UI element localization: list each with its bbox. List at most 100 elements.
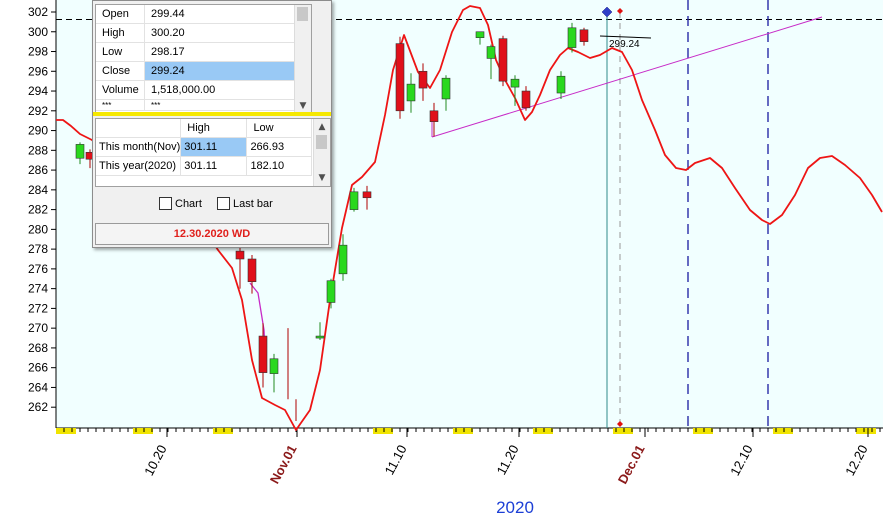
y-tick-label: 290 — [28, 124, 48, 138]
candle-body — [326, 280, 336, 303]
x-tick-label: 11.20 — [494, 442, 522, 477]
candle-body — [429, 110, 439, 122]
candle-body — [486, 46, 496, 59]
y-tick-label: 264 — [28, 380, 48, 394]
range-scrollbar[interactable]: ▲ ▼ — [313, 119, 330, 186]
ohlc-table[interactable]: Open 299.44 High 300.20 Low 298.17 Close 299.24… — [95, 4, 312, 114]
range-row[interactable]: This year(2020) 301.11 182.10 — [96, 156, 312, 176]
candle-body — [567, 27, 577, 48]
range-scroll-thumb[interactable] — [316, 135, 327, 149]
y-tick-label: 262 — [28, 400, 48, 414]
checkbox-icon[interactable] — [159, 197, 172, 210]
ohlc-value: 1,518,000.00 — [144, 80, 295, 100]
candle-body — [269, 358, 279, 374]
candle-body — [510, 78, 520, 88]
y-tick-label: 286 — [28, 163, 48, 177]
ohlc-row[interactable]: High 300.20 — [96, 23, 295, 43]
ohlc-row[interactable]: Low 298.17 — [96, 42, 295, 62]
range-header-cell: High — [180, 119, 248, 138]
range-label: This year(2020) — [96, 156, 182, 176]
y-tick-label: 302 — [28, 5, 48, 19]
candle-body — [441, 77, 451, 100]
y-tick-label: 270 — [28, 321, 48, 335]
candle-body — [579, 29, 589, 42]
scroll-down-icon[interactable]: ▼ — [295, 101, 311, 111]
y-axis: 262 264 266 268 270 272 274 276 278 280 282 284 286 2… — [28, 5, 56, 414]
year-label: 2020 — [496, 498, 534, 517]
checkbox-icon[interactable] — [217, 197, 230, 210]
y-tick-label: 292 — [28, 104, 48, 118]
y-tick-label: 278 — [28, 242, 48, 256]
ohlc-value: 299.44 — [144, 5, 295, 24]
y-tick-label: 272 — [28, 301, 48, 315]
candle-body — [475, 31, 485, 38]
week-marker — [56, 428, 76, 434]
candle-body — [315, 335, 325, 339]
y-tick-label: 274 — [28, 282, 48, 296]
chart-checkbox-label: Chart — [175, 197, 202, 210]
candle-body — [247, 258, 257, 283]
x-tick-label: Nov.01 — [267, 442, 300, 486]
y-tick-label: 298 — [28, 45, 48, 59]
status-bar: 12.30.2020 WD — [95, 223, 329, 245]
x-tick-label: 10.20 — [141, 442, 170, 478]
range-header-cell: Low — [246, 119, 312, 138]
ohlc-value: 299.24 — [144, 61, 295, 81]
y-tick-label: 300 — [28, 25, 48, 39]
ohlc-label: Close — [96, 61, 145, 81]
y-tick-label: 280 — [28, 222, 48, 236]
scroll-down-icon[interactable]: ▼ — [314, 173, 330, 183]
range-high: 301.11 — [180, 156, 248, 176]
candle-body — [395, 43, 405, 112]
candle-body — [418, 70, 428, 89]
chart-checkbox[interactable]: Chart — [159, 197, 202, 210]
ohlc-label: Volume — [96, 80, 145, 100]
ohlc-row[interactable]: *** *** — [96, 99, 295, 111]
candle-body — [258, 335, 268, 373]
range-low: 182.10 — [246, 156, 312, 176]
candle-body — [521, 90, 531, 109]
range-header-row: High Low — [96, 119, 312, 138]
last-bar-checkbox-label: Last bar — [233, 197, 273, 210]
candle-body — [338, 244, 348, 275]
y-tick-label: 296 — [28, 64, 48, 78]
last-bar-checkbox[interactable]: Last bar — [217, 197, 273, 210]
candle-body — [235, 250, 245, 260]
ohlc-label: *** — [96, 99, 145, 111]
y-tick-label: 294 — [28, 84, 48, 98]
y-tick-label: 288 — [28, 143, 48, 157]
week-marker — [856, 428, 876, 434]
range-label: This month(Nov) — [96, 137, 182, 157]
y-tick-label: 268 — [28, 341, 48, 355]
ohlc-value: 300.20 — [144, 23, 295, 43]
ohlc-row[interactable]: Open 299.44 — [96, 5, 295, 24]
y-tick-label: 282 — [28, 203, 48, 217]
info-panel[interactable]: Open 299.44 High 300.20 Low 298.17 Close 299.24… — [92, 0, 332, 248]
ohlc-row[interactable]: Close 299.24 — [96, 61, 295, 81]
range-table[interactable]: High Low This month(Nov) 301.11 266.93 This y… — [95, 118, 331, 187]
ohlc-row[interactable]: Volume 1,518,000.00 — [96, 80, 295, 100]
range-header-cell — [96, 119, 182, 138]
x-tick-label: 11.10 — [382, 442, 410, 477]
x-axis: 10.20 Nov.01 11.10 11.20 Dec.01 12.10 12.20 — [56, 428, 881, 486]
candle-body — [362, 191, 372, 199]
x-tick-label: Dec.01 — [615, 442, 648, 486]
x-tick-label: 12.20 — [842, 442, 871, 478]
ohlc-label: Open — [96, 5, 145, 24]
range-high: 301.11 — [180, 137, 248, 157]
y-tick-label: 276 — [28, 262, 48, 276]
ohlc-scrollbar[interactable]: ▼ — [294, 5, 311, 113]
range-row[interactable]: This month(Nov) 301.11 266.93 — [96, 137, 312, 157]
ohlc-label: High — [96, 23, 145, 43]
candle-body — [556, 75, 566, 94]
y-tick-label: 266 — [28, 361, 48, 375]
panel-divider — [93, 112, 331, 116]
ohlc-value: *** — [144, 99, 295, 111]
ohlc-value: 298.17 — [144, 42, 295, 62]
candle-body — [75, 144, 85, 159]
candle-body — [349, 191, 359, 210]
scroll-up-icon[interactable]: ▲ — [314, 122, 330, 132]
y-tick-label: 284 — [28, 183, 48, 197]
ohlc-scroll-thumb[interactable] — [297, 7, 308, 21]
candle-body — [498, 38, 508, 82]
